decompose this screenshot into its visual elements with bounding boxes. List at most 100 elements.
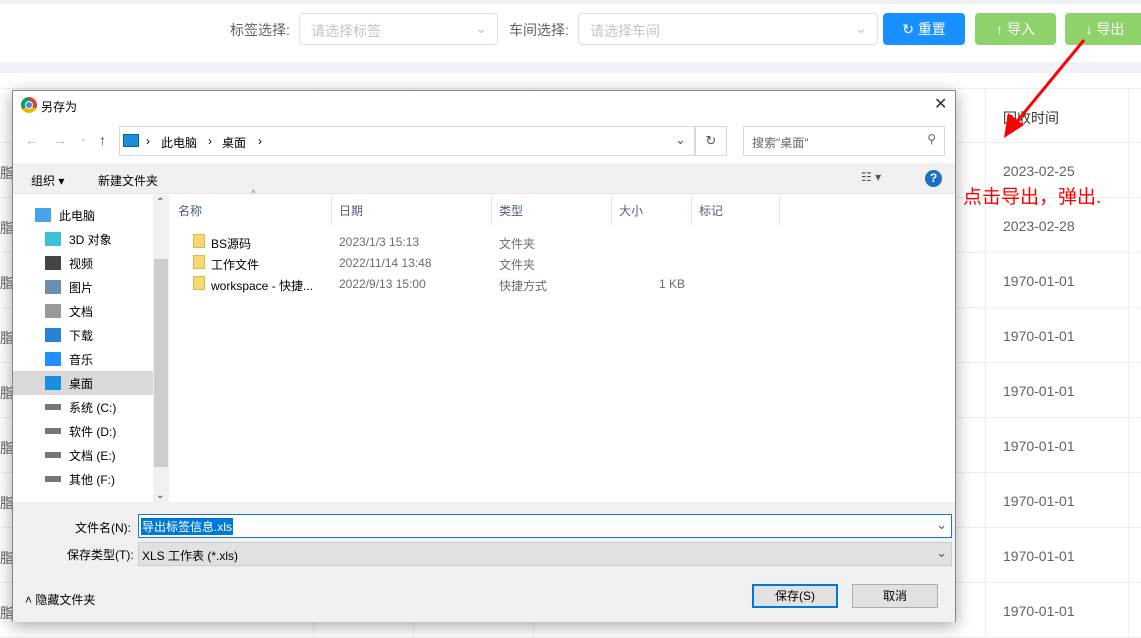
file-date: 2022/11/14 13:48 [339, 256, 432, 270]
dialog-toolbar: 组织 ▾ 新建文件夹 ☷ ▾ ? [13, 163, 955, 194]
desktop-icon [45, 376, 61, 390]
filename-input[interactable]: 导出标签信息.xls ⌄ [138, 514, 952, 538]
help-icon[interactable]: ? [925, 170, 942, 187]
recycle-time-cell: 1970-01-01 [1003, 328, 1075, 344]
organize-button[interactable]: 组织 ▾ [31, 172, 64, 189]
reset-button[interactable]: ↻ 重置 [883, 13, 965, 45]
column-header[interactable]: 类型 [492, 195, 612, 225]
tag-select[interactable]: 请选择标签 ⌄ [299, 13, 498, 45]
file-name: BS源码 [211, 237, 252, 251]
file-row[interactable]: workspace - 快捷... 2022/9/13 15:00 快捷方式 1… [191, 274, 691, 294]
close-icon[interactable]: ✕ [934, 94, 947, 114]
save-button[interactable]: 保存(S) [752, 584, 838, 608]
nav-item[interactable]: 图片 [45, 275, 153, 299]
tag-label: 标签选择: [230, 22, 290, 38]
filetype-select[interactable]: XLS 工作表 (*.xls) ⌄ [138, 542, 952, 566]
cancel-button[interactable]: 取消 [852, 584, 938, 608]
file-name: 工作文件 [211, 258, 260, 272]
column-header[interactable]: 标记 [692, 195, 780, 225]
filename-label: 文件名(N): [75, 521, 131, 535]
view-options-icon[interactable]: ☷ ▾ [861, 170, 881, 184]
hide-folders-toggle[interactable]: ˄ 隐藏文件夹 [25, 591, 95, 608]
forward-icon[interactable]: → [53, 132, 67, 148]
recycle-time-cell: 2023-02-28 [1003, 218, 1075, 234]
export-label: 导出 [1096, 21, 1125, 37]
nav-item-label: 3D 对象 [69, 232, 112, 247]
file-type: 快捷方式 [499, 279, 548, 293]
chevron-down-icon: ⌄ [475, 20, 487, 36]
nav-item-label: 此电脑 [59, 208, 96, 223]
drive-icon [45, 428, 61, 434]
shortcut-icon [193, 276, 205, 290]
column-header[interactable]: 日期 [332, 195, 492, 225]
nav-item[interactable]: 下载 [45, 323, 153, 347]
folder-icon [193, 234, 205, 248]
recycle-time-cell: 1970-01-01 [1003, 548, 1075, 564]
nav-item[interactable]: 软件 (D:) [45, 419, 153, 443]
column-header[interactable]: 名称 [171, 195, 332, 225]
nav-item[interactable]: 文档 [45, 299, 153, 323]
annotation-arrow [1004, 39, 1086, 138]
breadcrumb-this-pc[interactable]: 此电脑 [161, 134, 197, 151]
filetype-value: XLS 工作表 (*.xls) [142, 549, 239, 563]
recent-dropdown-icon[interactable]: ⌄ [79, 133, 87, 144]
refresh-icon: ↻ [902, 21, 918, 37]
nav-item[interactable]: 系统 (C:) [45, 395, 153, 419]
nav-item[interactable]: 音乐 [45, 347, 153, 371]
back-icon[interactable]: ← [25, 132, 39, 148]
nav-item[interactable]: 文档 (E:) [45, 443, 153, 467]
search-placeholder: 搜索"桌面" [752, 136, 809, 150]
chevron-down-icon[interactable]: ⌄ [675, 132, 686, 148]
refresh-icon[interactable]: ↻ [695, 126, 727, 156]
file-date: 2022/9/13 15:00 [339, 277, 426, 291]
breadcrumb-desktop[interactable]: 桌面 [222, 134, 246, 151]
video-icon [45, 256, 61, 270]
reset-label: 重置 [917, 21, 946, 37]
filename-value: 导出标签信息.xls [141, 518, 234, 535]
nav-item-label: 图片 [69, 280, 94, 295]
chevron-down-icon[interactable]: ⌄ [936, 545, 947, 561]
folder-icon [193, 255, 205, 269]
new-folder-button[interactable]: 新建文件夹 [98, 172, 158, 189]
recycle-time-cell: 1970-01-01 [1003, 383, 1075, 399]
file-type: 文件夹 [499, 258, 536, 272]
up-icon[interactable]: ↑ [99, 132, 106, 148]
dialog-title: 另存为 [41, 100, 78, 114]
nav-item-label: 文档 [69, 304, 94, 319]
column-header[interactable]: 大小 [612, 195, 692, 225]
workshop-placeholder: 请选择车间 [590, 23, 660, 39]
file-row[interactable]: 工作文件 2022/11/14 13:48 文件夹 [191, 253, 691, 273]
address-bar[interactable]: › 此电脑 › 桌面 › ⌄ [119, 126, 695, 156]
chevron-down-icon[interactable]: ⌄ [936, 517, 947, 533]
workshop-select[interactable]: 请选择车间 ⌄ [578, 13, 878, 45]
search-input[interactable]: 搜索"桌面" ⚲ [743, 126, 945, 156]
navigation-pane: 此电脑 3D 对象视频图片文档下载音乐 桌面系统 (C:) 软件 (D:) 文档 (E:… [13, 195, 169, 503]
chevron-down-icon: ⌄ [855, 20, 867, 36]
file-row[interactable]: BS源码 2023/1/3 15:13 文件夹 [191, 232, 691, 252]
filetype-label: 保存类型(T): [67, 548, 134, 562]
nav-item[interactable]: 其他 (F:) [45, 467, 153, 491]
file-name: workspace - 快捷... [211, 279, 314, 293]
nav-item-label: 系统 (C:) [69, 400, 117, 415]
col-divider [1128, 88, 1129, 637]
nav-item[interactable]: 视频 [45, 251, 153, 275]
file-list: ^ 名称 日期 类型 大小 标记 BS源码 2023/1/3 15:13 文件夹 工作文… [171, 189, 955, 503]
recycle-time-cell: 1970-01-01 [1003, 273, 1075, 289]
nav-item[interactable]: 3D 对象 [45, 227, 153, 251]
nav-item[interactable]: 桌面 [13, 371, 153, 395]
drive-icon [45, 452, 61, 458]
file-type: 文件夹 [499, 237, 536, 251]
nav-item[interactable]: 此电脑 [35, 203, 153, 227]
nav-item-label: 下载 [69, 328, 94, 343]
nav-scrollbar[interactable]: ⌃ ⌄ [153, 195, 169, 503]
computer-icon [35, 208, 51, 222]
3d-objects-icon [45, 232, 61, 246]
recycle-time-cell: 1970-01-01 [1003, 603, 1075, 619]
recycle-time-cell: 1970-01-01 [1003, 493, 1075, 509]
recycle-time-cell: 2023-02-25 [1003, 163, 1075, 179]
divider-band [0, 62, 1141, 73]
col-divider [985, 88, 986, 637]
file-size: 1 KB [658, 277, 685, 291]
download-icon [45, 328, 61, 342]
save-as-dialog: 另存为 ✕ ← → ⌄ ↑ › 此电脑 › 桌面 › ⌄ ↻ 搜索"桌面" ⚲ 组… [12, 90, 956, 622]
